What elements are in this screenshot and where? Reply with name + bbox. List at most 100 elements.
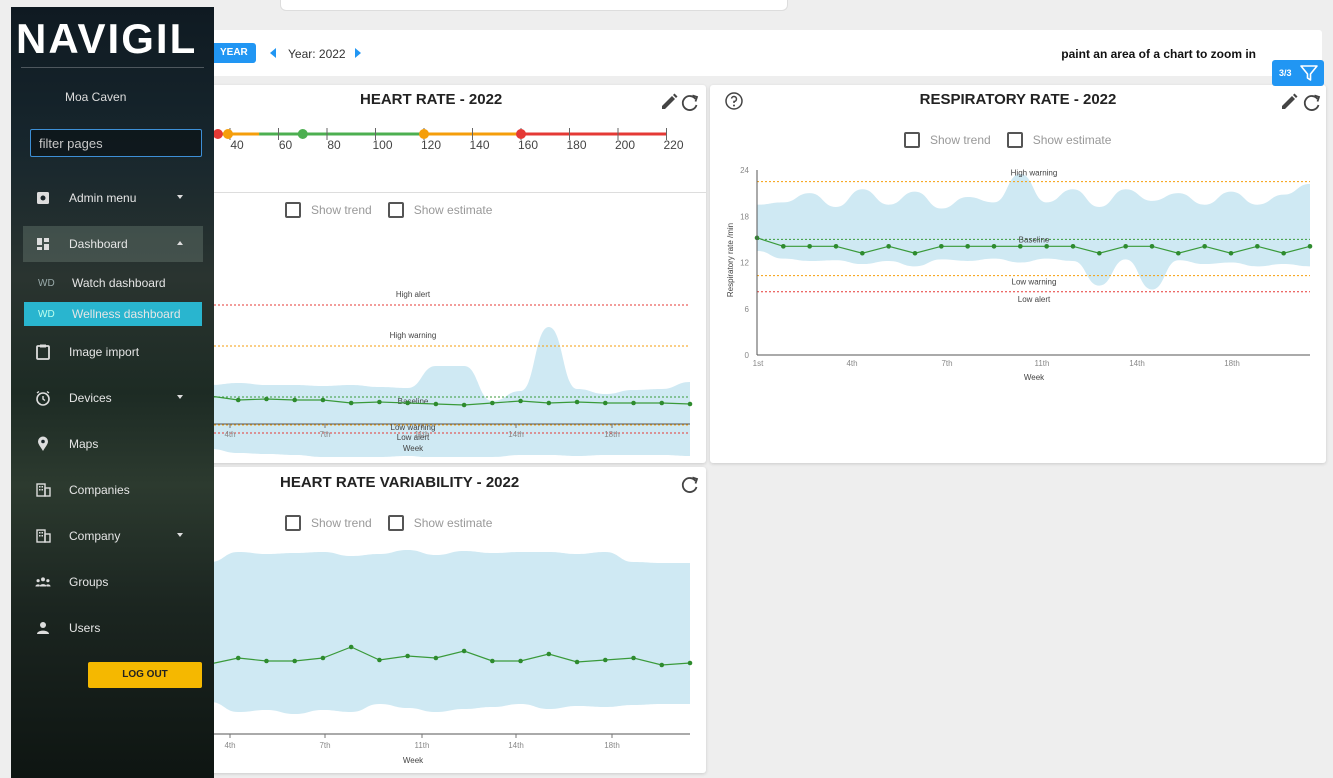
sidebar-subitem-watch-dashboard[interactable]: WD Watch dashboard [24,271,202,295]
data-point [687,401,693,407]
x-tick-label: 4th [224,430,235,439]
scale-marker [223,129,233,139]
logout-button[interactable]: LOG OUT [88,662,202,688]
location-pin-icon [35,436,51,452]
subitem-abbr: WD [38,277,55,289]
data-point [546,651,552,657]
data-point [687,660,693,666]
x-tick-label: 11th [415,430,430,439]
scale-tick-label: 220 [663,138,683,152]
data-point [461,648,467,654]
sidebar-item-admin-menu[interactable]: Admin menu [23,180,203,216]
sidebar-item-companies[interactable]: Companies [23,472,203,508]
scale-tick-label: 200 [615,138,635,152]
heart-rate-chart[interactable]: High alertHigh warningBaselineLow warnin… [150,225,706,457]
refresh-icon[interactable] [680,93,700,113]
sidebar-item-label: Admin menu [69,191,137,205]
show-estimate-checkbox[interactable] [387,202,404,218]
dashboard-icon [35,236,51,252]
scale-tick-label: 40 [230,138,244,152]
sidebar-divider [21,67,204,68]
chevron-down-icon [177,195,183,199]
x-tick-label: 18th [604,430,620,439]
sidebar-item-label: Groups [69,575,109,589]
x-axis-label: Week [1024,373,1045,382]
data-point [1307,244,1313,249]
clock-icon [35,390,51,406]
sidebar-item-users[interactable]: Users [23,610,203,646]
data-point [659,662,665,668]
data-point [348,400,354,406]
data-point [1176,250,1181,256]
year-button[interactable]: YEAR [212,43,256,63]
data-point [939,244,944,249]
data-point [264,396,269,402]
respiratory-rate-chart[interactable]: High warning Baseline Low warning Low alert… [710,160,1326,460]
heart-rate-options: Show trend Show estimate [285,202,508,218]
confidence-band [757,173,1310,290]
show-trend-checkbox[interactable] [285,202,301,218]
sidebar-subitem-wellness-dashboard[interactable]: WD Wellness dashboard [24,302,202,326]
data-point [602,657,608,663]
x-tick-label: 7th [319,430,330,439]
heart-rate-card: HEART RATE - 2022 40 60 80 100 120 140 160 180 2… [150,85,706,463]
data-point [574,399,580,405]
top-search-strip [280,0,788,11]
sidebar-item-maps[interactable]: Maps [23,426,203,462]
sidebar-item-label: Devices [69,391,112,405]
show-trend-checkbox[interactable] [285,515,301,531]
data-point [518,658,523,664]
previous-year-icon[interactable] [270,48,276,58]
x-axis-label: Week [403,444,424,453]
sidebar-item-company[interactable]: Company [23,518,203,554]
navigil-logo[interactable]: NAVIGIL [16,15,197,63]
sidebar-item-label: Company [69,529,121,543]
next-year-icon[interactable] [355,48,361,58]
scale-tick-label: 140 [469,138,489,152]
show-estimate-checkbox[interactable] [1006,132,1023,148]
reference-label: Low warning [1012,278,1057,287]
data-point [1149,244,1155,249]
reference-label: Low alert [1018,295,1051,304]
refresh-icon[interactable] [680,475,700,495]
x-tick-label: 18th [604,741,620,750]
data-point [235,397,241,403]
building-icon [35,528,51,544]
filter-pages-input[interactable] [30,129,202,157]
reference-label: High warning [1011,169,1058,178]
year-toolbar: YEAR Year: 2022 paint an area of a chart… [212,30,1322,76]
show-trend-checkbox[interactable] [904,132,920,148]
sidebar-item-devices[interactable]: Devices [23,380,203,416]
edit-icon[interactable] [1278,92,1300,114]
data-point [1097,250,1102,256]
data-point [292,658,298,664]
x-axis-label: Week [403,756,424,765]
x-tick-label: 11th [1035,359,1050,368]
subitem-label: Wellness dashboard [72,307,181,321]
y-tick-label: 24 [740,166,749,175]
scale-tick-label: 160 [518,138,538,152]
hrv-chart[interactable]: 4th 7th 11th 14th 18th Week [150,542,706,770]
data-point [1070,244,1076,249]
sidebar-item-image-import[interactable]: Image import [23,334,203,370]
data-point [1255,244,1260,249]
respiratory-rate-card: RESPIRATORY RATE - 2022 Show trend Show … [710,85,1326,463]
data-point [574,659,580,665]
data-point [546,400,552,406]
refresh-icon[interactable] [1302,93,1322,113]
heart-rate-title: HEART RATE - 2022 [360,91,503,108]
sidebar-item-groups[interactable]: Groups [23,564,203,600]
respiratory-rate-title: RESPIRATORY RATE - 2022 [919,91,1117,108]
chevron-up-icon [177,241,183,245]
sidebar-item-dashboard[interactable]: Dashboard [23,226,203,262]
scale-marker [297,129,308,139]
heart-rate-scale: 40 60 80 100 120 140 160 180 200 220 [210,128,684,152]
data-point [320,655,326,661]
data-point [965,244,970,249]
filter-button[interactable]: 3/3 [1272,60,1324,86]
show-estimate-checkbox[interactable] [387,515,404,531]
edit-icon[interactable] [658,92,680,114]
data-point [860,250,865,256]
data-point [292,397,298,403]
building-icon [35,482,51,498]
